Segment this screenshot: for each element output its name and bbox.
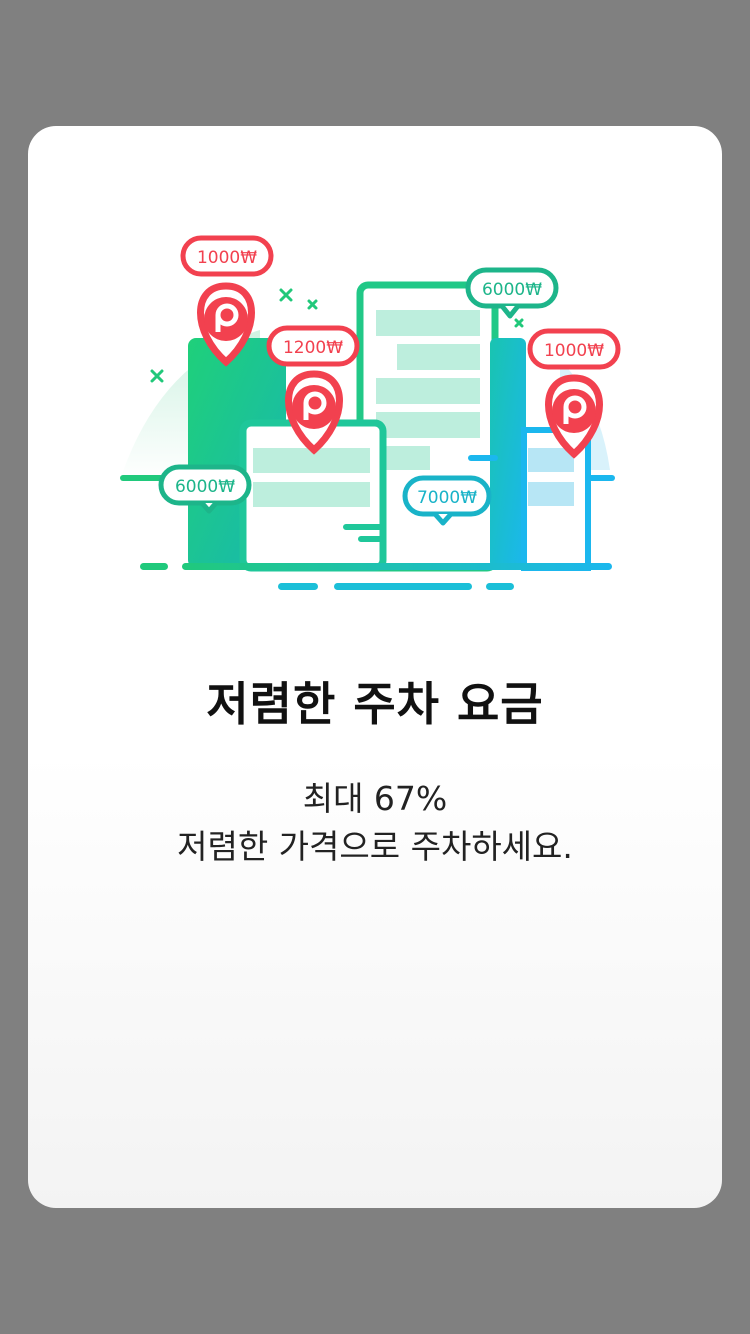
- price-label: 1200₩: [283, 338, 343, 358]
- onboarding-subtitle-line2: 저렴한 가격으로 주차하세요.: [177, 827, 573, 866]
- price-bubble: 1000₩: [527, 328, 621, 370]
- onboarding-subtitle-line1: 최대 67%: [302, 779, 448, 818]
- price-label: 1000₩: [197, 248, 257, 268]
- building-blue: [490, 338, 526, 568]
- parking-price-illustration: 1000₩ 1200₩ 6000₩ 6000₩ 7000₩ 1000₩: [120, 235, 621, 590]
- price-label: 1000₩: [544, 341, 604, 361]
- price-label: 7000₩: [417, 488, 477, 508]
- price-label: 6000₩: [482, 280, 542, 300]
- price-bubble: 1000₩: [180, 235, 274, 277]
- price-bubble: 1200₩: [266, 325, 360, 367]
- price-bubble: 6000₩: [158, 464, 252, 514]
- price-label: 6000₩: [175, 477, 235, 497]
- onboarding-title: 저렴한 주차 요금: [206, 677, 544, 731]
